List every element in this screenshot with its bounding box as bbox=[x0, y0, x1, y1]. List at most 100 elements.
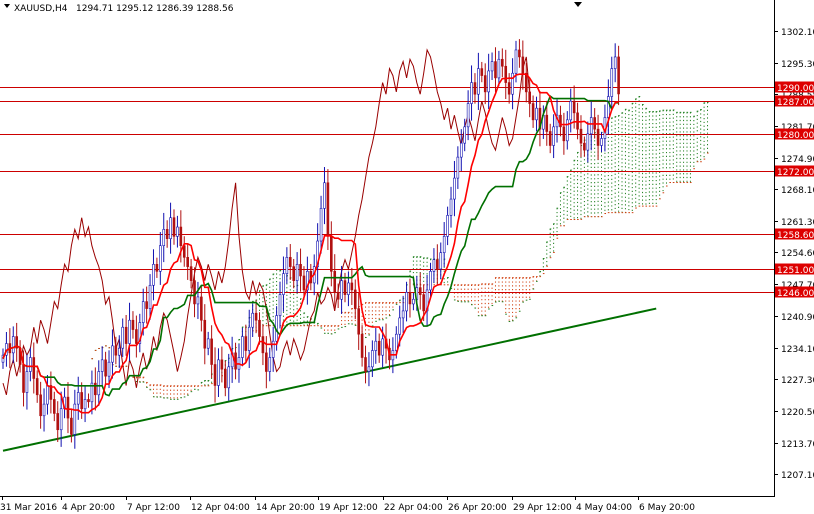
price-chart[interactable]: XAUUSD,H4 1294.71 1295.12 1286.39 1288.5… bbox=[0, 0, 814, 514]
senkou-b-dot bbox=[330, 325, 333, 327]
candle-body bbox=[569, 100, 573, 121]
senkou-a-dot bbox=[631, 102, 634, 104]
senkou-a-dot bbox=[536, 280, 538, 282]
senkou-b-dot bbox=[433, 284, 436, 286]
time-axis[interactable]: 31 Mar 2016 4 Apr 20:00 7 Apr 12:00 12 Apr … bbox=[0, 496, 695, 513]
candle-body bbox=[596, 128, 600, 146]
candle-body bbox=[220, 359, 224, 370]
senkou-b-dot bbox=[293, 325, 295, 327]
senkou-a-dot bbox=[484, 315, 487, 317]
senkou-b-dot bbox=[655, 205, 658, 207]
senkou-b-dot bbox=[665, 185, 668, 187]
senkou-a-dot bbox=[412, 256, 415, 258]
senkou-a-dot bbox=[559, 192, 562, 194]
senkou-a-dot bbox=[200, 381, 203, 383]
candle-body bbox=[73, 403, 77, 435]
senkou-b-dot bbox=[303, 325, 306, 327]
candle-body bbox=[203, 319, 207, 349]
candle-body bbox=[247, 326, 251, 351]
senkou-a-dot bbox=[392, 309, 394, 311]
senkou-b-dot bbox=[368, 302, 371, 304]
senkou-a-dot bbox=[686, 111, 689, 113]
senkou-b-dot bbox=[583, 216, 586, 218]
senkou-a-dot bbox=[327, 332, 329, 334]
time-tick-label: 4 Apr 20:00 bbox=[62, 503, 115, 513]
candle-body bbox=[453, 177, 456, 200]
candle-body bbox=[449, 198, 453, 216]
senkou-b-dot bbox=[477, 284, 480, 286]
senkou-b-dot bbox=[553, 251, 555, 253]
candle-body bbox=[148, 284, 152, 309]
senkou-a-dot bbox=[696, 110, 699, 112]
candle-body bbox=[600, 138, 603, 146]
candle-body bbox=[87, 399, 90, 403]
candle-body bbox=[412, 298, 415, 305]
senkou-a-dot bbox=[180, 397, 182, 399]
senkou-b-dot bbox=[190, 385, 193, 387]
candle-body bbox=[131, 319, 135, 330]
senkou-a-dot bbox=[320, 327, 323, 329]
senkou-b-dot bbox=[365, 302, 367, 304]
plot-area[interactable] bbox=[0, 0, 774, 496]
candle-body bbox=[408, 291, 412, 305]
time-tick-label: 22 Apr 04:00 bbox=[384, 503, 443, 513]
senkou-b-dot bbox=[529, 277, 531, 279]
senkou-a-dot bbox=[252, 300, 254, 302]
candle-body bbox=[364, 357, 367, 372]
candle-body bbox=[196, 296, 200, 305]
senkou-b-dot bbox=[351, 308, 353, 310]
senkou-a-dot bbox=[529, 298, 531, 300]
time-tick-label: 14 Apr 20:00 bbox=[256, 503, 315, 513]
senkou-a-dot bbox=[481, 315, 483, 317]
senkou-b-dot bbox=[512, 277, 514, 279]
senkou-a-dot bbox=[142, 381, 145, 383]
senkou-b-dot bbox=[159, 384, 162, 386]
senkou-a-dot bbox=[474, 307, 477, 309]
senkou-a-dot bbox=[618, 115, 620, 117]
senkou-b-dot bbox=[300, 325, 302, 327]
senkou-b-dot bbox=[146, 381, 148, 383]
candle-body bbox=[531, 103, 535, 121]
candle-body bbox=[552, 126, 555, 146]
senkou-b-dot bbox=[347, 311, 350, 313]
price-tick-label: 1207.10 bbox=[781, 471, 814, 481]
candle-body bbox=[429, 271, 432, 291]
senkou-a-dot bbox=[347, 323, 350, 325]
senkou-a-dot bbox=[197, 389, 200, 391]
candle-body bbox=[59, 408, 63, 431]
senkou-b-dot bbox=[539, 276, 542, 278]
senkou-b-dot bbox=[621, 212, 624, 214]
level-label: 1246.00 bbox=[777, 289, 814, 299]
candle-body bbox=[206, 338, 210, 349]
senkou-a-dot bbox=[330, 333, 333, 335]
senkou-a-dot bbox=[467, 301, 470, 303]
candle-body bbox=[357, 308, 360, 335]
senkou-b-dot bbox=[587, 216, 589, 218]
price-tick-label: 1240.90 bbox=[781, 313, 814, 323]
candle-body bbox=[169, 217, 172, 239]
senkou-a-dot bbox=[156, 396, 158, 398]
senkou-b-dot bbox=[672, 182, 675, 184]
senkou-a-dot bbox=[457, 300, 459, 302]
senkou-b-dot bbox=[306, 325, 309, 327]
candle-body bbox=[442, 236, 446, 253]
senkou-a-dot bbox=[566, 176, 569, 178]
senkou-a-dot bbox=[183, 396, 186, 398]
candle-body bbox=[114, 345, 118, 356]
senkou-b-dot bbox=[296, 325, 299, 327]
candle-body bbox=[200, 296, 203, 321]
senkou-b-dot bbox=[344, 311, 347, 313]
senkou-b-dot bbox=[648, 205, 651, 207]
senkou-b-dot bbox=[375, 302, 377, 304]
candle-body bbox=[254, 312, 258, 321]
senkou-a-dot bbox=[378, 319, 381, 321]
senkou-a-dot bbox=[522, 301, 524, 303]
senkou-a-dot bbox=[635, 98, 637, 100]
candle-body bbox=[258, 319, 261, 337]
candle-body bbox=[265, 352, 268, 372]
level-label: 1290.00 bbox=[777, 84, 814, 94]
senkou-a-dot bbox=[416, 256, 418, 258]
time-tick-label: 12 Apr 04:00 bbox=[191, 503, 250, 513]
candle-body bbox=[165, 229, 169, 239]
candle-body bbox=[394, 333, 398, 351]
